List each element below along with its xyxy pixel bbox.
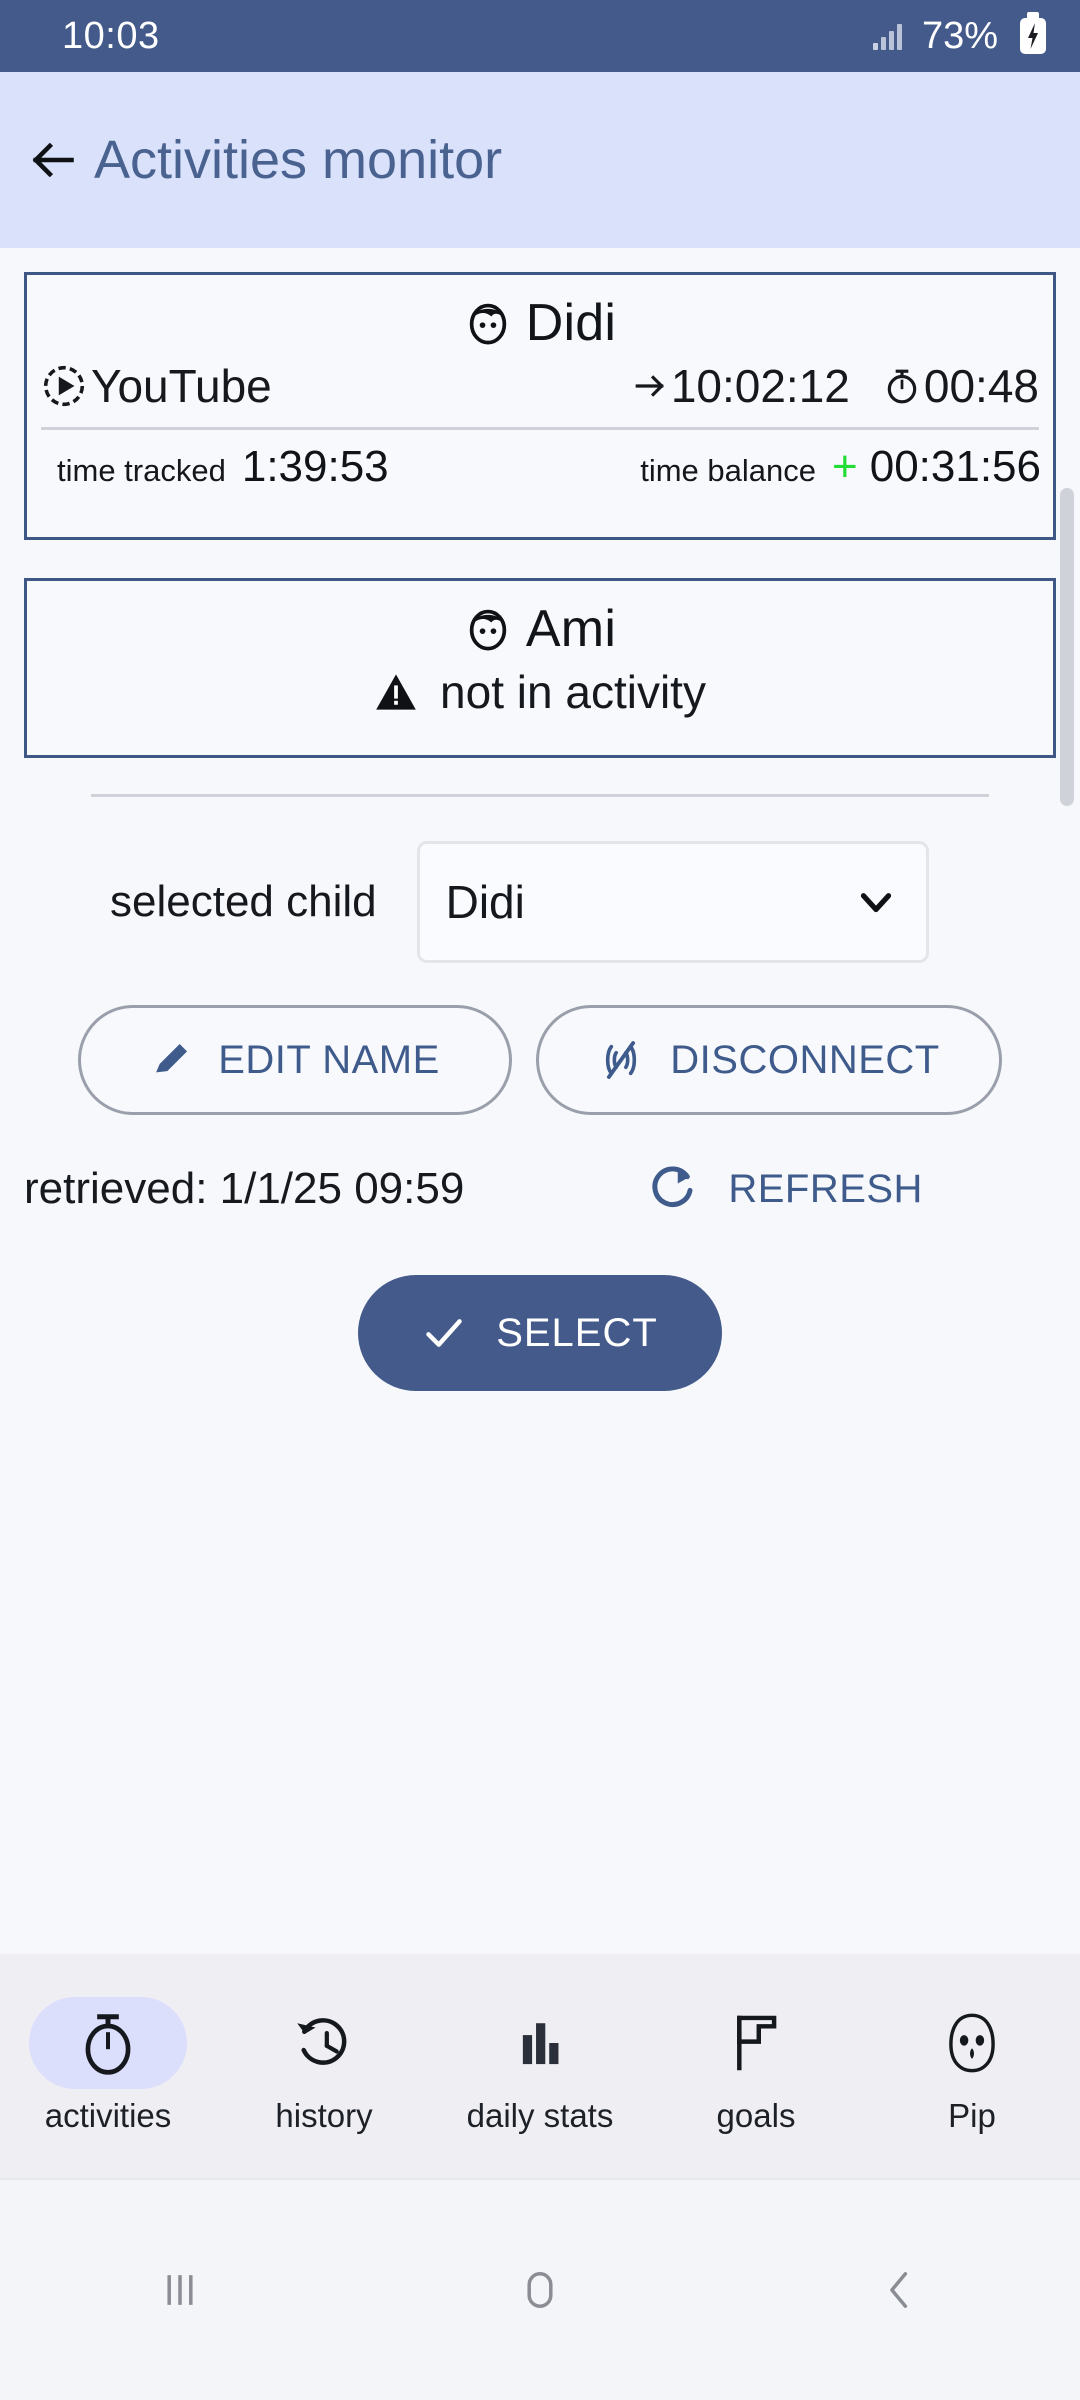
- home-icon[interactable]: [460, 2240, 620, 2340]
- nav-icon-wrap: [29, 1997, 187, 2089]
- pencil-icon: [156, 1043, 188, 1073]
- activity-right: 10:02:12 00:48: [633, 359, 1039, 413]
- bar-chart-icon: [522, 2023, 559, 2065]
- child-status-label: not in activity: [440, 666, 706, 718]
- scroll-content: Didi YouTube 10:02:12 00:48 time tracked…: [0, 248, 1080, 2030]
- selected-child-value: Didi: [445, 876, 525, 928]
- nav-label-daily-stats: daily stats: [466, 2097, 614, 2134]
- edit-name-label: EDIT NAME: [218, 1037, 440, 1082]
- bottom-navigation: activities history daily stats goals Pip: [0, 1954, 1080, 2178]
- select-label: SELECT: [496, 1310, 658, 1355]
- signal-off-icon: [606, 1041, 637, 1079]
- activity-start-time: 10:02:12: [633, 359, 850, 413]
- nav-label-goals: goals: [716, 2097, 796, 2134]
- edit-name-button[interactable]: EDIT NAME: [78, 1005, 512, 1115]
- time-tracked-label: time tracked: [57, 453, 226, 488]
- retrieved-row: retrieved: 1/1/25 09:59 REFRESH: [0, 1115, 1080, 1215]
- time-tracked-group: time tracked 1:39:53: [57, 442, 389, 492]
- warning-triangle-icon: [376, 674, 416, 710]
- activity-start-time-value: 10:02:12: [670, 360, 850, 412]
- child-card-header: Ami: [27, 581, 1053, 659]
- status-bar: 10:03 73%: [0, 0, 1080, 72]
- phone-screen: 10:03 73% Activities monitor Didi YouTub…: [0, 0, 1080, 2400]
- current-activity-row: YouTube 10:02:12 00:48: [27, 353, 1053, 413]
- select-button-wrap: SELECT: [0, 1215, 1080, 1391]
- status-bar-clock: 10:03: [62, 14, 160, 57]
- pip-mascot-icon: [949, 2013, 995, 2073]
- nav-item-daily-stats[interactable]: daily stats: [432, 1997, 648, 2135]
- time-balance-group: time balance + 00:31:56: [640, 442, 1041, 492]
- child-name-label: Ami: [525, 600, 617, 658]
- nav-label-activities: activities: [44, 2097, 172, 2134]
- activity-name-label: YouTube: [91, 360, 272, 412]
- nav-icon-wrap: [677, 1997, 835, 2089]
- status-bar-icons: 73%: [872, 12, 1046, 58]
- nav-item-goals[interactable]: goals: [648, 1997, 864, 2135]
- battery-charging-icon: [1020, 12, 1046, 54]
- time-balance-label: time balance: [640, 453, 817, 488]
- history-clock-icon: [297, 2018, 347, 2065]
- cellular-signal-icon: [872, 22, 902, 50]
- back-arrow-icon[interactable]: [24, 132, 80, 188]
- nav-item-pip[interactable]: Pip: [864, 1997, 1080, 2135]
- play-circle-icon: [43, 365, 85, 407]
- child-actions-row: EDIT NAME DISCONNECT: [0, 963, 1080, 1115]
- recents-icon[interactable]: [100, 2240, 260, 2340]
- refresh-button[interactable]: REFRESH: [650, 1163, 923, 1215]
- nav-icon-wrap: [893, 1997, 1051, 2089]
- retrieved-timestamp: retrieved: 1/1/25 09:59: [24, 1164, 465, 1213]
- battery-percent-label: 73%: [921, 14, 998, 57]
- refresh-label: REFRESH: [728, 1166, 923, 1211]
- nav-icon-wrap: [461, 1997, 619, 2089]
- activity-duration: 00:48: [884, 359, 1039, 413]
- disconnect-label: DISCONNECT: [670, 1037, 940, 1082]
- child-card-ami[interactable]: Ami not in activity: [24, 578, 1056, 758]
- android-system-nav: [0, 2178, 1080, 2400]
- nav-item-history[interactable]: history: [216, 1997, 432, 2135]
- stopwatch-icon: [85, 2014, 131, 2075]
- stopwatch-icon: [887, 369, 917, 404]
- activity-duration-value: 00:48: [923, 360, 1039, 412]
- time-balance-value: 00:31:56: [869, 442, 1041, 491]
- selected-child-row: selected child Didi: [0, 797, 1080, 963]
- flag-icon: [737, 2015, 777, 2071]
- child-status-row: not in activity: [27, 659, 1053, 719]
- app-bar: Activities monitor: [0, 72, 1080, 248]
- chevron-down-icon: [860, 893, 891, 913]
- card-totals-row: time tracked 1:39:53 time balance + 00:3…: [27, 430, 1053, 492]
- nav-icon-wrap: [245, 1997, 403, 2089]
- select-button[interactable]: SELECT: [358, 1275, 722, 1391]
- child-face-icon: [469, 303, 507, 345]
- nav-label-pip: Pip: [948, 2097, 996, 2134]
- arrow-right-icon: [635, 375, 664, 397]
- check-icon: [426, 1319, 462, 1347]
- refresh-icon: [652, 1166, 693, 1207]
- disconnect-button[interactable]: DISCONNECT: [536, 1005, 1002, 1115]
- nav-item-activities[interactable]: activities: [0, 1997, 216, 2135]
- child-name-label: Didi: [525, 294, 617, 352]
- page-title: Activities monitor: [94, 130, 503, 190]
- time-balance-sign: +: [832, 442, 858, 491]
- selected-child-dropdown[interactable]: Didi: [416, 841, 929, 963]
- time-tracked-value: 1:39:53: [241, 442, 389, 491]
- system-back-icon[interactable]: [820, 2240, 980, 2340]
- child-card-didi[interactable]: Didi YouTube 10:02:12 00:48 time tracked…: [24, 272, 1056, 540]
- child-card-header: Didi: [27, 275, 1053, 353]
- selected-child-label: selected child: [110, 877, 377, 926]
- child-face-icon: [469, 609, 507, 651]
- activity-left: YouTube: [41, 359, 272, 413]
- vertical-scrollbar[interactable]: [1060, 488, 1074, 806]
- nav-label-history: history: [275, 2097, 373, 2134]
